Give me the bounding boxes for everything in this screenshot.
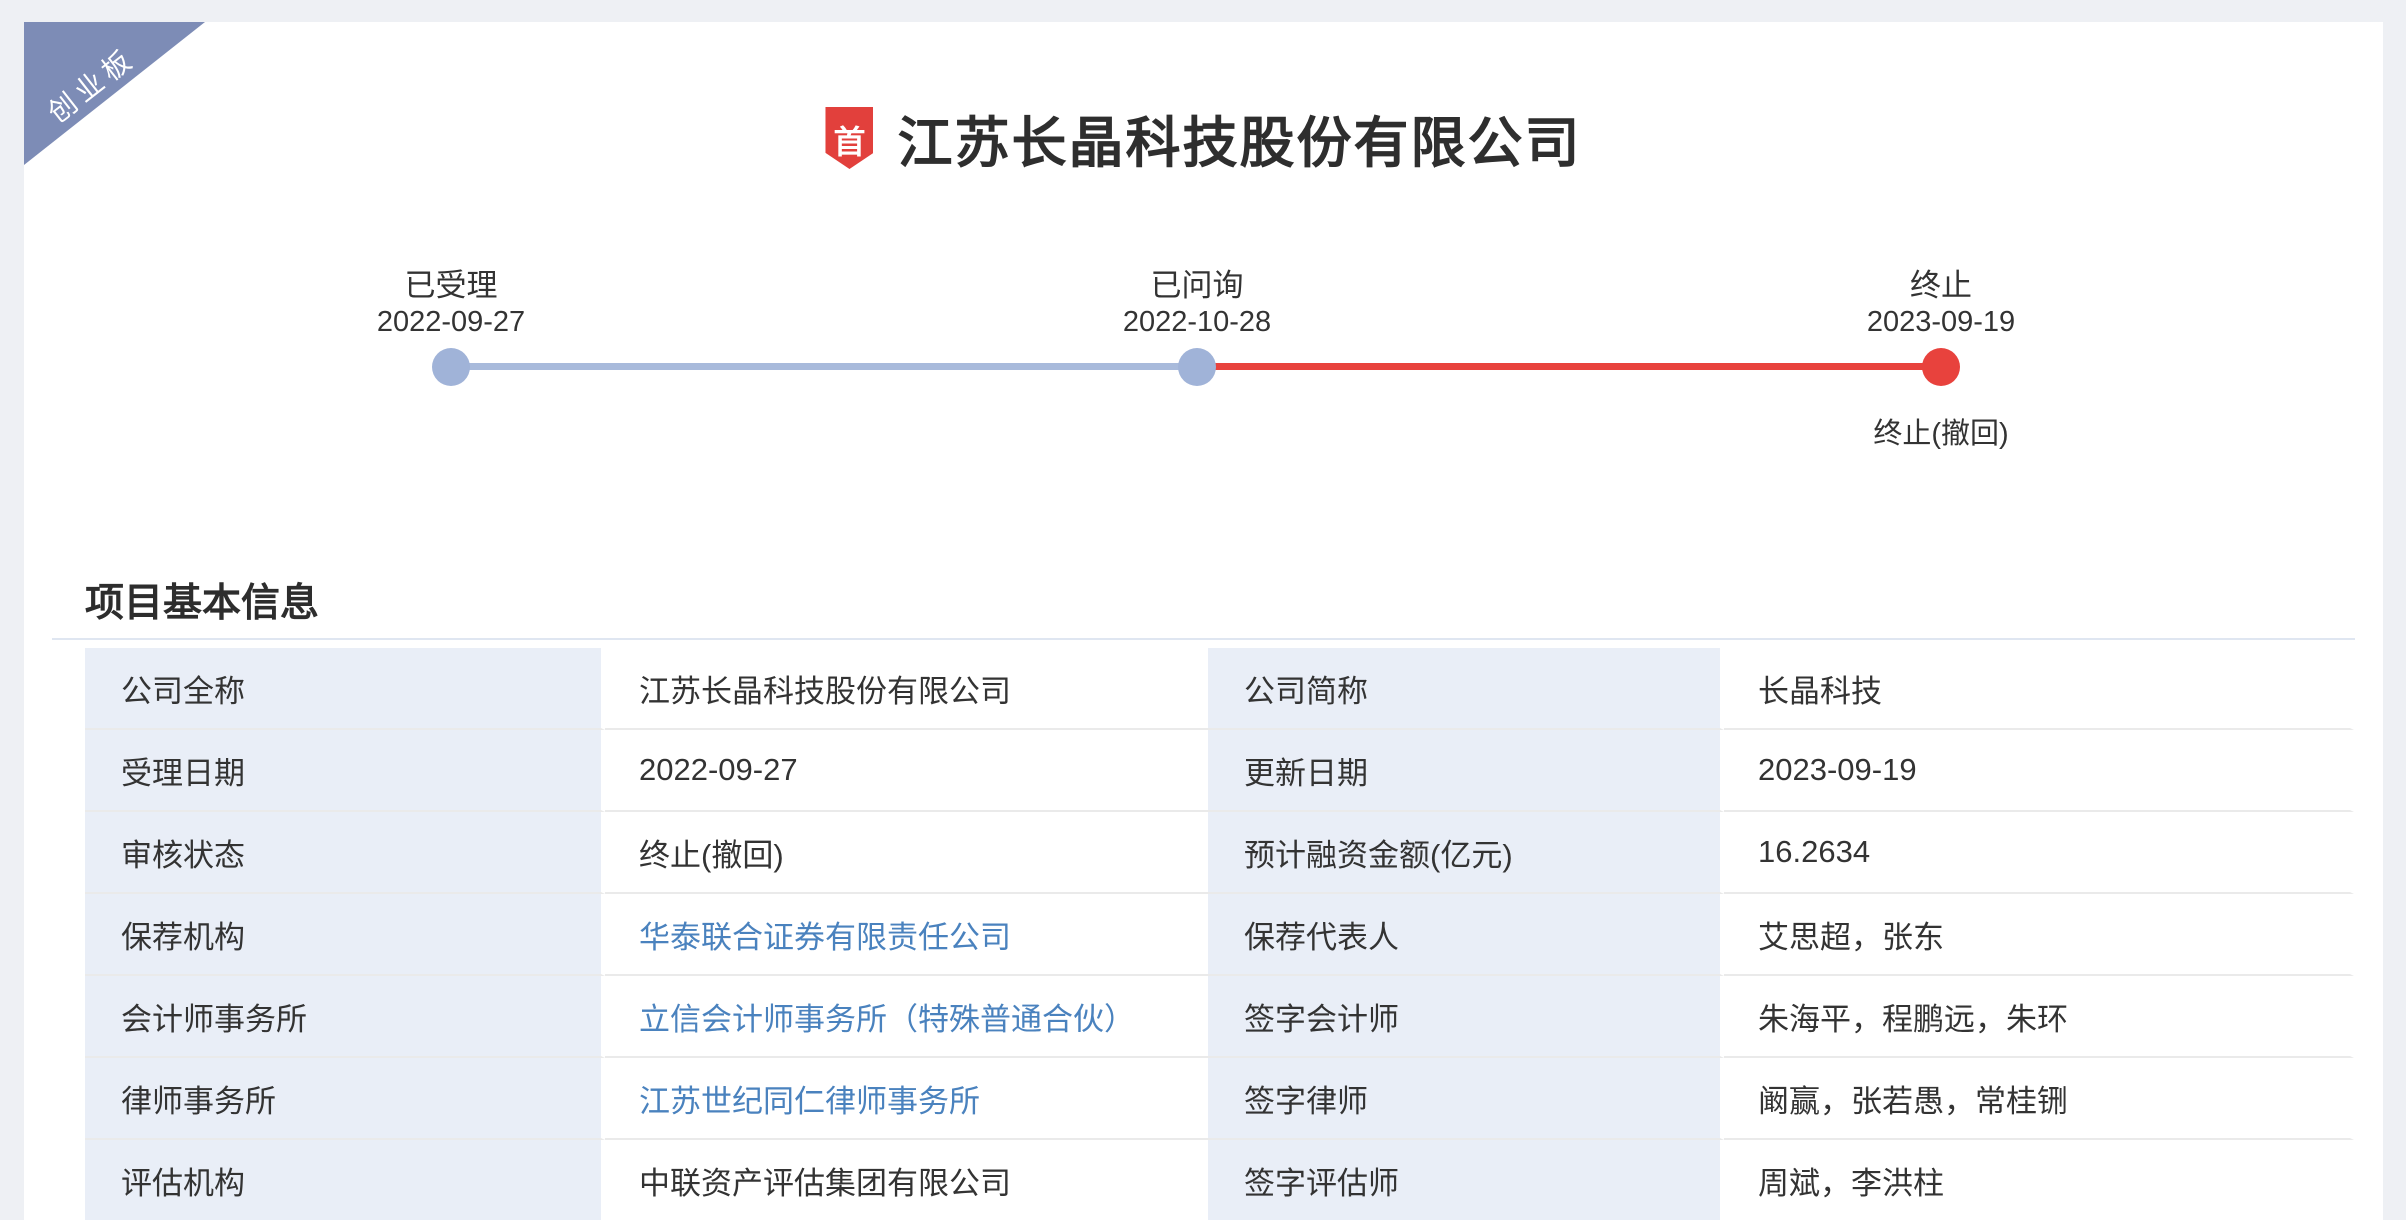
table-value-cell: 阚赢，张若愚，常桂铏 — [1724, 1058, 2354, 1140]
table-value-cell: 立信会计师事务所（特殊普通合伙） — [605, 976, 1208, 1058]
table-label-cell: 预计融资金额(亿元) — [1208, 812, 1724, 894]
table-value-text: 中联资产评估集团有限公司 — [639, 1158, 1011, 1203]
table-value-link[interactable]: 立信会计师事务所（特殊普通合伙） — [639, 994, 1135, 1039]
table-value-cell: 终止(撤回) — [605, 812, 1208, 894]
table-top-divider — [52, 638, 2355, 640]
table-value-cell: 朱海平，程鹏远，朱环 — [1724, 976, 2354, 1058]
project-basic-info-table: 公司全称 江苏长晶科技股份有限公司 公司简称 长晶科技 受理日期 2022-09… — [85, 648, 2354, 1220]
timeline-node-dot-icon — [1178, 348, 1216, 386]
table-label-cell: 会计师事务所 — [85, 976, 605, 1058]
timeline-node-date: 2022-09-27 — [251, 306, 651, 339]
table-label-cell: 律师事务所 — [85, 1058, 605, 1140]
table-value-cell: 周斌，李洪柱 — [1724, 1140, 2354, 1220]
table-label-cell: 评估机构 — [85, 1140, 605, 1220]
table-label-cell: 签字会计师 — [1208, 976, 1724, 1058]
table-value-text: 长晶科技 — [1758, 666, 1882, 711]
table-label-cell: 受理日期 — [85, 730, 605, 812]
table-value-link[interactable]: 江苏世纪同仁律师事务所 — [639, 1076, 980, 1121]
table-value-text: 阚赢，张若愚，常桂铏 — [1758, 1076, 2068, 1121]
table-value-cell: 江苏长晶科技股份有限公司 — [605, 648, 1208, 730]
table-value-cell: 2022-09-27 — [605, 730, 1208, 812]
table-value-text: 江苏长晶科技股份有限公司 — [639, 666, 1011, 711]
timeline-node-date: 2023-09-19 — [1741, 306, 2141, 339]
table-label-cell: 公司全称 — [85, 648, 605, 730]
table-label-cell: 保荐机构 — [85, 894, 605, 976]
timeline-node-dot-icon — [1922, 348, 1960, 386]
section-title-basic-info: 项目基本信息 — [85, 572, 319, 628]
timeline-node-status: 已受理 — [251, 260, 651, 305]
timeline-node-sublabel: 终止(撤回) — [1741, 410, 2141, 452]
timeline-segment-red — [1197, 363, 1941, 370]
table-value-text: 朱海平，程鹏远，朱环 — [1758, 994, 2068, 1039]
review-status-timeline: 已受理 2022-09-27 已问询 2022-10-28 终止 2023-09… — [24, 22, 2383, 482]
table-value-text: 2023-09-19 — [1758, 752, 1917, 788]
table-label-cell: 保荐代表人 — [1208, 894, 1724, 976]
table-value-cell: 16.2634 — [1724, 812, 2354, 894]
table-label-cell: 更新日期 — [1208, 730, 1724, 812]
table-value-cell: 江苏世纪同仁律师事务所 — [605, 1058, 1208, 1140]
table-value-text: 2022-09-27 — [639, 752, 798, 788]
table-label-cell: 公司简称 — [1208, 648, 1724, 730]
table-value-text: 16.2634 — [1758, 834, 1870, 870]
table-value-cell: 2023-09-19 — [1724, 730, 2354, 812]
table-value-cell: 长晶科技 — [1724, 648, 2354, 730]
timeline-node-dot-icon — [432, 348, 470, 386]
project-card: 创业板 首 江苏长晶科技股份有限公司 已受理 2022-09-27 已问询 20… — [24, 22, 2383, 1220]
table-value-cell: 华泰联合证券有限责任公司 — [605, 894, 1208, 976]
table-value-text: 终止(撤回) — [639, 830, 784, 875]
timeline-node-status: 已问询 — [997, 260, 1397, 305]
table-value-text: 周斌，李洪柱 — [1758, 1158, 1944, 1203]
table-value-link[interactable]: 华泰联合证券有限责任公司 — [639, 912, 1011, 957]
table-value-cell: 中联资产评估集团有限公司 — [605, 1140, 1208, 1220]
timeline-node-date: 2022-10-28 — [997, 306, 1397, 339]
table-value-text: 艾思超，张东 — [1758, 912, 1944, 957]
table-value-cell: 艾思超，张东 — [1724, 894, 2354, 976]
timeline-node-status: 终止 — [1741, 260, 2141, 305]
page-background: { "ribbon": { "label": "创业板" }, "header"… — [0, 0, 2406, 1220]
table-label-cell: 签字律师 — [1208, 1058, 1724, 1140]
timeline-segment-blue — [451, 363, 1197, 370]
table-label-cell: 签字评估师 — [1208, 1140, 1724, 1220]
table-label-cell: 审核状态 — [85, 812, 605, 894]
